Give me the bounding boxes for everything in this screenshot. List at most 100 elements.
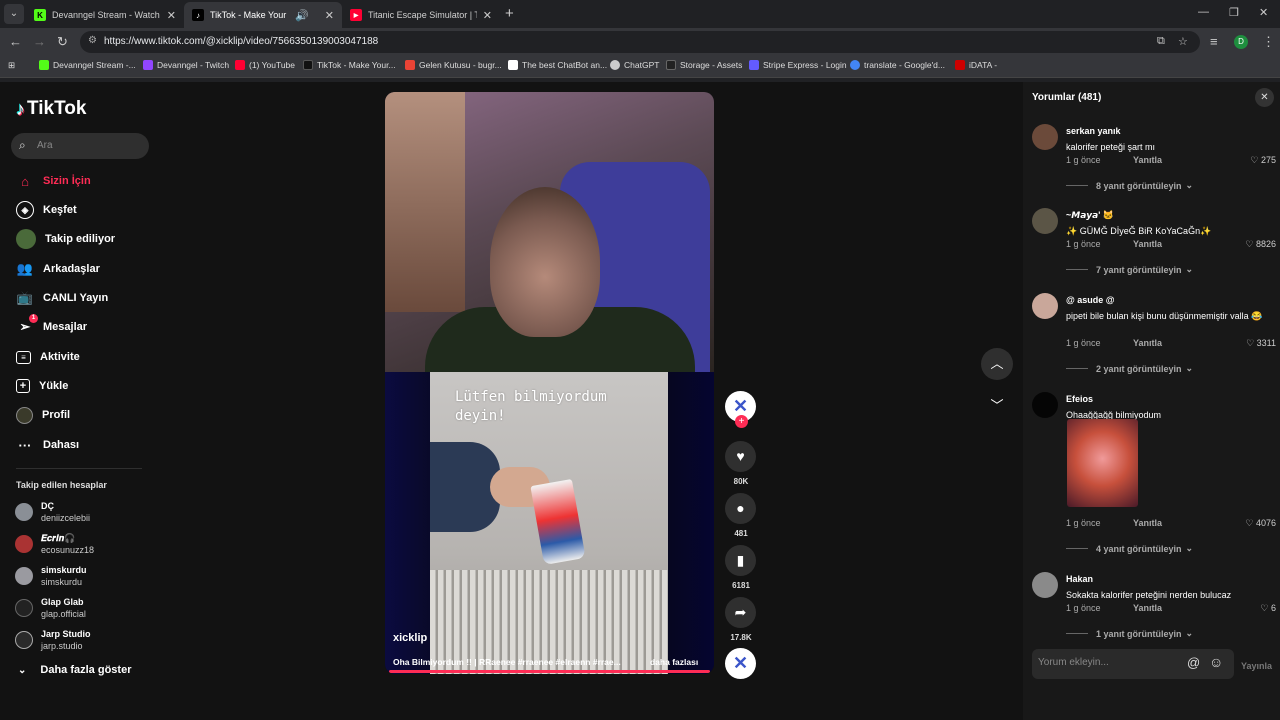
close-tab-icon[interactable]: ✕ [325,9,334,22]
apps-grid-icon[interactable]: ⊞ [8,60,15,71]
reply-button[interactable]: Yanıtla [1133,155,1162,165]
minimize-icon[interactable]: — [1198,6,1209,18]
bookmark-item[interactable]: Stripe Express - Login [749,60,847,70]
tab-tiktok[interactable]: ♪ TikTok - Make Your Day 🔊 ✕ [184,2,342,28]
sound-disc[interactable]: ✕ [725,648,756,679]
new-tab-button[interactable]: + [505,5,514,22]
site-info-icon[interactable]: ⚙ [88,35,97,46]
mention-icon[interactable]: @ [1187,655,1200,670]
follow-plus-icon[interactable]: + [735,415,748,428]
followed-account[interactable]: Glap Glab glap.official [15,595,86,621]
profile-avatar[interactable]: D [1234,35,1248,49]
avatar[interactable] [1032,572,1058,598]
video-progress-bar[interactable] [389,670,710,673]
bookmark-item[interactable]: The best ChatBot an... [508,60,607,70]
bookmark-item[interactable]: translate - Google'd... [850,60,945,70]
bookmark-item[interactable]: ChatGPT [610,60,659,70]
search-input[interactable]: ⌕ Ara [11,133,149,159]
show-more-accounts[interactable]: ⌄ Daha fazla göster [18,664,131,676]
nav-activity[interactable]: ≡ Aktivite [16,346,80,368]
avatar[interactable] [1032,392,1058,418]
video-player[interactable]: Lütfen bilmiyordum deyin! xicklip Oha Bi… [385,92,714,674]
bookmark-item[interactable]: Storage - Assets [666,60,742,70]
comment-like-button[interactable]: ♡ 4076 [1245,518,1276,529]
kick-icon: K [34,9,46,21]
followed-account[interactable]: DÇ deniizcelebii [15,499,90,525]
view-replies-button[interactable]: 4 yanıt görüntüleyin ⌄ [1066,543,1193,554]
nav-for-you[interactable]: ⌂ Sizin İçin [16,170,91,192]
followed-account[interactable]: 𝑬𝒄𝒓𝒊𝒏🎧 ecosunuzz18 [15,531,94,557]
back-icon[interactable]: ← [9,34,22,49]
bookmark-star-icon[interactable]: ☆ [1178,35,1188,48]
emoji-icon[interactable]: ☺ [1209,654,1223,670]
nav-upload[interactable]: + Yükle [16,375,68,397]
nav-live[interactable]: 📺 CANLI Yayın [16,287,108,309]
reload-icon[interactable]: ↻ [57,34,68,50]
followed-account[interactable]: Jarp Studio jarp.studio [15,627,91,653]
comment-image[interactable] [1067,419,1138,507]
restore-icon[interactable]: ❐ [1229,6,1239,19]
url-text[interactable]: https://www.tiktok.com/@xicklip/video/75… [104,36,378,47]
share-button[interactable]: ➦ [725,597,756,628]
comment-like-button[interactable]: ♡ 3311 [1246,338,1276,349]
tab-devanngel[interactable]: K Devanngel Stream - Watch Live ✕ [26,2,184,28]
avatar[interactable] [1032,293,1058,319]
figure-shelf [385,92,465,312]
nav-explore[interactable]: ◈ Keşfet [16,199,77,221]
previous-video-button[interactable]: ︿ [981,348,1013,380]
bookmark-item[interactable]: Devanngel - Twitch [143,60,229,70]
clip-video-frame: Lütfen bilmiyordum deyin! [385,372,714,674]
comment-icon: ● [736,500,745,516]
view-replies-button[interactable]: 2 yanıt görüntüleyin ⌄ [1066,363,1193,374]
close-tab-icon[interactable]: ✕ [483,9,492,22]
next-video-button[interactable]: ﹀ [981,390,1013,422]
speaker-icon[interactable]: 🔊 [295,9,309,22]
bookmark-item[interactable]: Gelen Kutusu - bugr... [405,60,502,70]
menu-kebab-icon[interactable]: ⋮ [1262,34,1275,50]
avatar[interactable] [1032,124,1058,150]
comment-button[interactable]: ● [725,493,756,524]
comment-username[interactable]: Efeios [1066,394,1093,404]
tab-youtube[interactable]: ▶ Titanic Escape Simulator | Traile ✕ [342,2,500,28]
reply-button[interactable]: Yanıtla [1133,518,1162,528]
nav-more[interactable]: ··· Dahası [16,434,80,456]
video-author[interactable]: xicklip [393,632,427,644]
close-tab-icon[interactable]: ✕ [167,9,176,22]
comment-input[interactable]: Yorum ekleyin... @ ☺ [1032,649,1234,679]
view-replies-button[interactable]: 1 yanıt görüntüleyin ⌄ [1066,628,1193,639]
post-button[interactable]: Yayınla [1241,661,1272,671]
comment-username[interactable]: @ asude @ [1066,295,1115,305]
bookmark-item[interactable]: iDATA - [955,60,997,70]
nav-friends[interactable]: 👥 Arkadaşlar [16,258,100,280]
tab-search-button[interactable]: ⌄ [4,4,24,24]
address-bar[interactable]: ⚙ https://www.tiktok.com/@xicklip/video/… [80,31,1200,53]
nav-following[interactable]: Takip ediliyor [16,228,115,250]
avatar[interactable] [1032,208,1058,234]
tiktok-logo[interactable]: ♪ TikTok [16,98,86,120]
install-app-icon[interactable]: ⧉ [1157,35,1165,48]
caption-more-link[interactable]: daha fazlası [650,657,698,667]
comment-username[interactable]: Hakan [1066,574,1093,584]
reply-button[interactable]: Yanıtla [1133,239,1162,249]
nav-messages[interactable]: ➢ 1 Mesajlar [16,314,87,338]
comment-like-button[interactable]: ♡ 6 [1260,603,1276,614]
media-controls-icon[interactable]: ≡ [1210,34,1218,49]
reply-button[interactable]: Yanıtla [1133,338,1162,348]
comment-like-button[interactable]: ♡ 8826 [1245,239,1276,250]
comment-username[interactable]: serkan yanık [1066,126,1121,136]
close-window-icon[interactable]: ✕ [1259,6,1268,19]
comment-like-button[interactable]: ♡ 275 [1250,155,1276,166]
save-button[interactable]: ▮ [725,545,756,576]
comment-username[interactable]: ~𝙈𝙖𝙮𝙖' 🐱 [1066,210,1114,221]
followed-account[interactable]: simskurdu simskurdu [15,563,87,589]
forward-icon[interactable]: → [33,34,46,49]
like-button[interactable]: ♥ [725,441,756,472]
nav-profile[interactable]: Profil [16,404,70,426]
view-replies-button[interactable]: 8 yanıt görüntüleyin ⌄ [1066,180,1193,191]
close-icon[interactable]: ✕ [1255,88,1274,107]
bookmark-item[interactable]: (1) YouTube [235,60,295,70]
bookmark-item[interactable]: TikTok - Make Your... [303,60,396,70]
view-replies-button[interactable]: 7 yanıt görüntüleyin ⌄ [1066,264,1193,275]
reply-button[interactable]: Yanıtla [1133,603,1162,613]
bookmark-item[interactable]: Devanngel Stream -... [39,60,136,70]
